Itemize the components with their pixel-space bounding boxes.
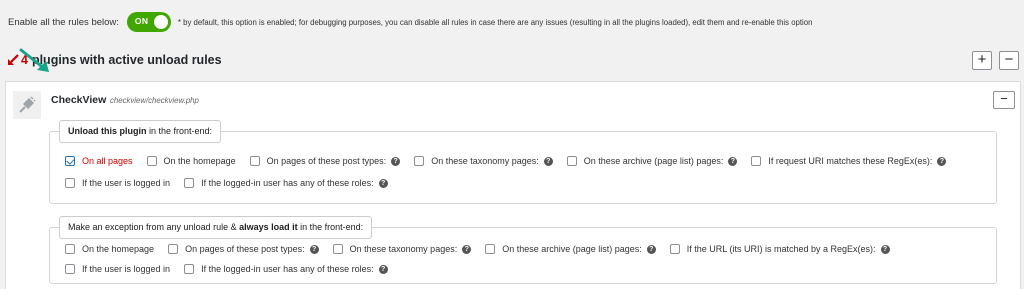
option-label: On all pages <box>82 156 133 166</box>
checkbox[interactable] <box>65 156 75 166</box>
option-on-these-taxonomy-pages[interactable]: On these taxonomy pages:? <box>332 244 472 254</box>
option-label: On these archive (page list) pages: <box>583 156 724 166</box>
toggle-knob <box>153 15 168 29</box>
exception-legend-bold: always load it <box>239 222 298 232</box>
option-label: If the URL (its URI) is matched by a Reg… <box>686 244 876 254</box>
option-if-the-logged-in-user-has-any-of-these-roles[interactable]: If the logged-in user has any of these r… <box>184 178 388 188</box>
option-label: On these taxonomy pages: <box>349 244 458 254</box>
help-icon[interactable]: ? <box>728 156 738 166</box>
checkbox[interactable] <box>751 156 762 166</box>
checkbox[interactable] <box>65 178 75 188</box>
exception-options-row: On the homepage On pages of these post ty… <box>65 244 904 254</box>
checkbox[interactable] <box>249 156 260 166</box>
option-label: If the user is logged in <box>82 178 171 188</box>
exception-legend-start: Make an exception from any unload rule & <box>68 222 240 232</box>
enable-rules-toggle[interactable]: ON <box>126 12 171 32</box>
option-on-the-homepage[interactable]: On the homepage <box>65 244 154 254</box>
plugin-card: CheckView checkview/checkview.php − Unlo… <box>5 81 1021 289</box>
checkbox[interactable] <box>146 156 157 166</box>
option-on-these-archive-page-list-pages[interactable]: On these archive (page list) pages:? <box>566 156 738 166</box>
option-label: On pages of these post types: <box>185 244 305 254</box>
help-icon[interactable]: ? <box>378 178 388 188</box>
plug-icon <box>13 91 41 119</box>
option-on-pages-of-these-post-types[interactable]: On pages of these post types:? <box>249 156 401 166</box>
option-label: If the logged-in user has any of these r… <box>201 264 374 274</box>
option-label: If request URI matches these RegEx(es): <box>768 156 933 166</box>
expand-all-button[interactable]: + <box>972 51 992 70</box>
option-label: If the logged-in user has any of these r… <box>201 178 374 188</box>
enable-rules-row: Enable all the rules below: ON * by defa… <box>8 11 812 33</box>
heading-text: plugins with active unload rules <box>31 53 222 67</box>
help-icon[interactable]: ? <box>646 244 656 254</box>
exception-options-row: If the user is logged in If the logged-in… <box>65 264 402 274</box>
unload-options-row: If the user is logged in If the logged-in… <box>65 178 402 188</box>
option-if-the-user-is-logged-in[interactable]: If the user is logged in <box>65 264 170 274</box>
checkbox[interactable] <box>566 156 577 166</box>
option-if-the-url-its-uri-is-matched-by-a-regex-es[interactable]: If the URL (its URI) is matched by a Reg… <box>669 244 890 254</box>
unplug-arrow-icon <box>8 54 19 65</box>
option-label: On the homepage <box>82 244 155 254</box>
toggle-state-label: ON <box>134 16 149 26</box>
checkbox[interactable] <box>65 244 75 254</box>
option-on-pages-of-these-post-types[interactable]: On pages of these post types:? <box>168 244 319 254</box>
checkbox[interactable] <box>184 264 195 274</box>
help-icon[interactable]: ? <box>462 244 472 254</box>
option-if-request-uri-matches-these-regex-es[interactable]: If request URI matches these RegEx(es):? <box>751 156 947 166</box>
option-label: On pages of these post types: <box>266 156 387 166</box>
help-icon[interactable]: ? <box>309 244 319 254</box>
checkbox[interactable] <box>669 244 680 254</box>
collapse-all-button[interactable]: − <box>999 51 1019 70</box>
unload-legend: Unload this plugin in the front-end: <box>59 120 222 143</box>
exception-legend: Make an exception from any unload rule &… <box>59 216 373 239</box>
checkbox[interactable] <box>414 156 425 166</box>
checkbox[interactable] <box>65 264 75 274</box>
exception-legend-end: in the front-end: <box>297 222 364 232</box>
unload-legend-rest: in the front-end: <box>146 126 213 136</box>
option-on-these-archive-page-list-pages[interactable]: On these archive (page list) pages:? <box>485 244 656 254</box>
enable-rules-label: Enable all the rules below: <box>8 16 119 28</box>
checkbox[interactable] <box>332 244 343 254</box>
plugin-name: CheckView <box>51 94 107 106</box>
help-icon[interactable]: ? <box>391 156 401 166</box>
unload-options-row: On all pages On the homepage On pages of t… <box>65 156 960 166</box>
option-on-these-taxonomy-pages[interactable]: On these taxonomy pages:? <box>414 156 553 166</box>
option-on-the-homepage[interactable]: On the homepage <box>146 156 236 166</box>
help-icon[interactable]: ? <box>880 244 890 254</box>
option-if-the-logged-in-user-has-any-of-these-roles[interactable]: If the logged-in user has any of these r… <box>184 264 388 274</box>
option-if-the-user-is-logged-in[interactable]: If the user is logged in <box>65 178 170 188</box>
help-icon[interactable]: ? <box>378 264 388 274</box>
checkbox[interactable] <box>168 244 179 254</box>
plugin-collapse-button[interactable]: − <box>993 91 1015 109</box>
option-on-all-pages[interactable]: On all pages <box>65 156 133 166</box>
teal-arrow-icon <box>19 48 49 72</box>
help-icon[interactable]: ? <box>937 156 947 166</box>
checkbox[interactable] <box>184 178 195 188</box>
plugin-path: checkview/checkview.php <box>110 96 199 105</box>
option-label: On the homepage <box>163 156 236 166</box>
checkbox[interactable] <box>485 244 496 254</box>
unload-legend-bold: Unload this plugin <box>68 126 147 136</box>
option-label: If the user is logged in <box>82 264 171 274</box>
help-icon[interactable]: ? <box>543 156 553 166</box>
enable-rules-note: * by default, this option is enabled; fo… <box>177 17 813 27</box>
option-label: On these taxonomy pages: <box>431 156 539 166</box>
option-label: On these archive (page list) pages: <box>502 244 642 254</box>
